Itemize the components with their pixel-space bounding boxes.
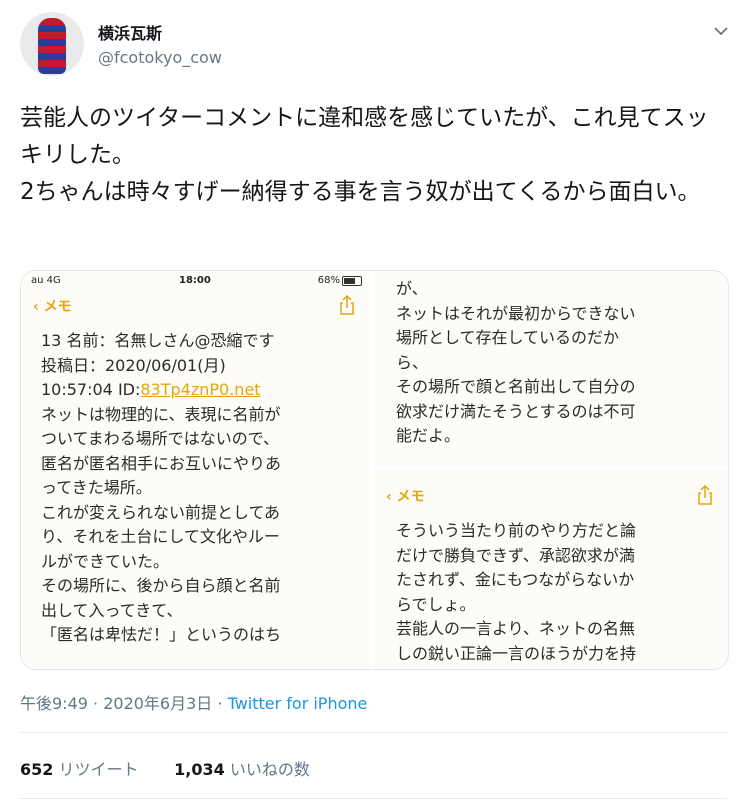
tweet-stats: 652 リツイート 1,034 いいねの数 [20,756,310,780]
back-label: メモ [43,299,72,315]
retweets-label: リツイート [58,760,139,779]
back-button: ‹ メモ [33,299,72,315]
notes-navbar: ‹ メモ [21,293,370,319]
memo-header-name: 13 名前：名無しさん@恐縮です [41,331,275,350]
memo-text-left: 13 名前：名無しさん@恐縮です 投稿日：2020/06/01(月) 10:57… [41,329,361,648]
tweet-date[interactable]: 2020年6月3日 [103,694,212,713]
likes-stat[interactable]: 1,034 いいねの数 [174,760,310,779]
divider [20,798,727,799]
meta-separator: · [212,694,228,713]
tweet-meta: 午後9:49 · 2020年6月3日 · Twitter for iPhone [20,690,367,714]
memo-id-link: 83Tp4znP0.net [140,380,261,399]
back-button: ‹ メモ [386,489,425,505]
tweet-time[interactable]: 午後9:49 [20,694,88,713]
avatar-image [38,18,66,74]
memo-body-bottom-right: そういう当たり前のやり方だと論 だけで勝負できず、承認欲求が満 たされず、金にも… [396,521,637,663]
notes-navbar: ‹ メモ [374,483,728,509]
divider [20,732,727,733]
chevron-down-icon[interactable] [712,22,730,40]
share-icon [698,485,712,505]
tweet-media[interactable]: au 4G 18:00 68% ‹ メモ 13 名前：名無しさん@恐縮です 投稿… [20,270,729,670]
tweet-source-link[interactable]: Twitter for iPhone [228,694,368,713]
media-image-bottom-right[interactable]: ‹ メモ そういう当たり前のやり方だと論 だけで勝負できず、承認欲求が満 たされ… [374,471,728,669]
media-image-top-right[interactable]: が、 ネットはそれが最初からできない 場所として存在しているのだか ら、 その場… [374,271,728,467]
signal-label: au 4G [31,275,61,286]
status-time: 18:00 [179,275,211,286]
retweets-count: 652 [20,760,54,779]
retweets-stat[interactable]: 652 リツイート [20,760,139,779]
likes-count: 1,034 [174,760,225,779]
memo-header-date: 投稿日：2020/06/01(月) [41,355,226,375]
author-handle[interactable]: @fcotokyo_cow [98,48,222,67]
share-icon [340,295,354,315]
likes-label: いいねの数 [229,760,310,779]
author-display-name[interactable]: 横浜瓦斯 [98,20,162,44]
meta-separator: · [87,694,104,713]
avatar[interactable] [20,12,84,76]
phone-status-bar: au 4G 18:00 68% [21,271,370,291]
tweet-text: 芸能人のツイターコメントに違和感を感じていたが、これ見てスッキリした。 2ちゃん… [20,105,709,205]
battery-percent: 68% [317,275,340,286]
media-image-left[interactable]: au 4G 18:00 68% ‹ メモ 13 名前：名無しさん@恐縮です 投稿… [21,271,370,669]
memo-body-left: ネットは物理的に、表現に名前が ついてまわる場所ではないので、 匿名が匿名相手に… [41,404,282,645]
back-label: メモ [396,489,425,505]
battery-icon [342,276,362,286]
memo-header-time: 10:57:04 ID: [41,380,141,399]
memo-body-top-right: が、 ネットはそれが最初からできない 場所として存在しているのだか ら、 その場… [396,279,636,445]
tweet-header: 横浜瓦斯 @fcotokyo_cow [20,12,730,82]
